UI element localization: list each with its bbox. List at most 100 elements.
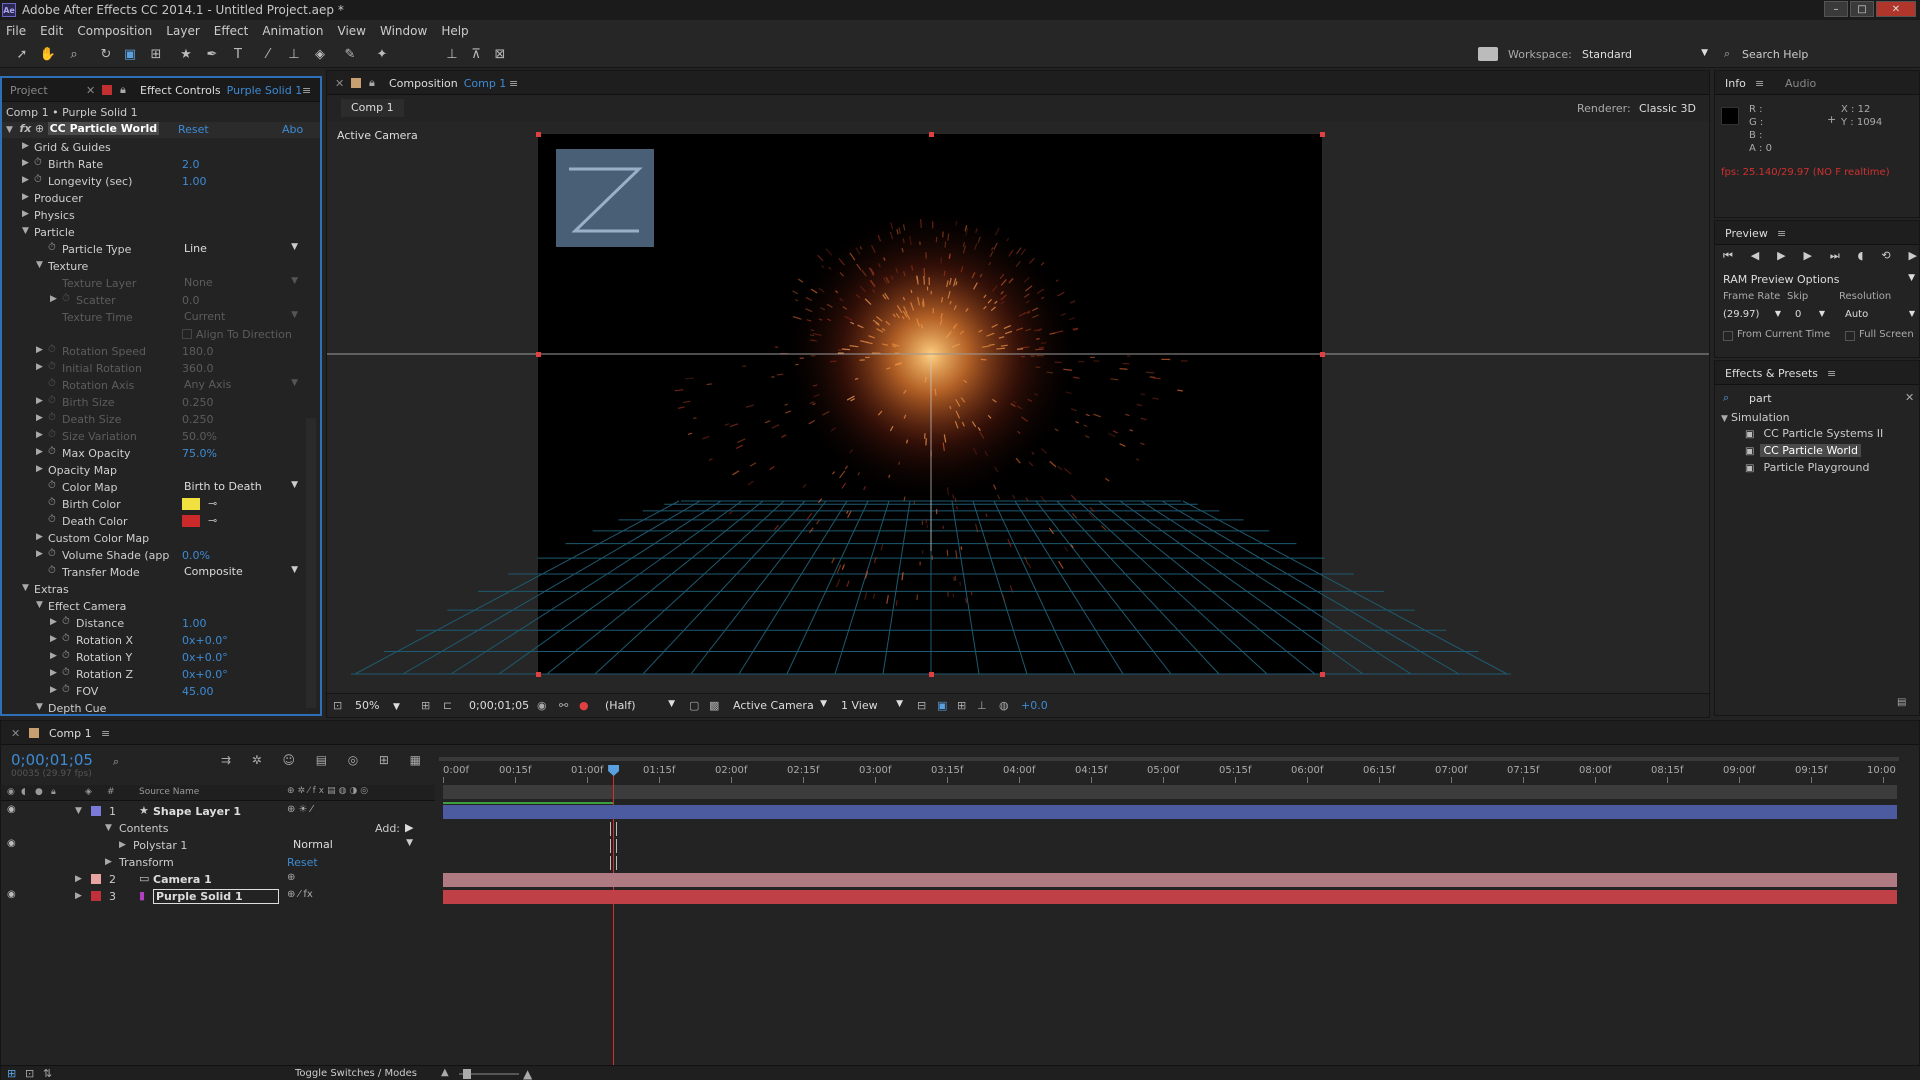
search-icon[interactable]: ⌕	[113, 755, 119, 769]
solo-switch-icon[interactable]: ●	[35, 787, 43, 797]
stopwatch-icon[interactable]: ⏱	[48, 344, 60, 355]
last-frame-icon[interactable]: ⏭	[1830, 249, 1840, 263]
tab-preview[interactable]: Preview	[1725, 221, 1768, 245]
panel-menu-icon[interactable]: ≡	[1755, 71, 1764, 95]
effect-property-row[interactable]: ▶ ⏱ Rotation Y 0x+0.0°	[2, 649, 320, 666]
effect-property-row[interactable]: ▼ Depth Cue	[2, 700, 320, 717]
visibility-eye-icon[interactable]: ◉	[7, 804, 16, 815]
expand-triangle-icon[interactable]: ▶	[105, 857, 115, 867]
stopwatch-icon[interactable]: ⏱	[48, 565, 60, 576]
expand-layer-switches-icon[interactable]: ⊞	[7, 1067, 16, 1080]
expand-triangle-icon[interactable]: ▶	[50, 634, 60, 644]
flowchart-icon[interactable]: ⊥	[977, 699, 987, 712]
effect-property-row[interactable]: ▶ Custom Color Map	[2, 530, 320, 547]
effect-property-row[interactable]: ▶ Producer	[2, 190, 320, 207]
effect-property-row[interactable]: ⏱ Color Map Birth to Death ▼	[2, 479, 320, 496]
stopwatch-icon[interactable]: ⏱	[62, 616, 74, 627]
always-preview-icon[interactable]: ⊡	[333, 699, 342, 712]
property-value[interactable]: 0x+0.0°	[182, 651, 228, 664]
expand-in-out-icon[interactable]: ⇅	[43, 1067, 52, 1080]
expand-triangle-icon[interactable]: ▶	[75, 891, 85, 901]
color-channel-icon[interactable]: ●	[579, 699, 589, 712]
panel-menu-icon[interactable]: ≡	[509, 71, 518, 95]
effect-property-row[interactable]: Texture Layer None ▼	[2, 275, 320, 292]
category-simulation[interactable]: ▼ Simulation	[1721, 411, 1790, 424]
next-frame-icon[interactable]: ▶	[1804, 249, 1812, 263]
visibility-eye-icon[interactable]: ◉	[7, 889, 16, 900]
effect-property-row[interactable]: ▶ ⏱ Initial Rotation 360.0	[2, 360, 320, 377]
mute-icon[interactable]: ◖	[1858, 249, 1864, 263]
exposure-value[interactable]: +0.0	[1021, 699, 1048, 712]
zoom-tool-icon[interactable]: ⌕	[64, 46, 84, 64]
play-icon[interactable]: ▶	[1777, 249, 1785, 263]
layer-row[interactable]: ◉ ▶ 3 ▮ Purple Solid 1 ⊕ ⁄ fx	[1, 888, 435, 905]
effect-controls-target[interactable]: Purple Solid 1	[227, 84, 303, 97]
expand-triangle-icon[interactable]: ▶	[50, 294, 60, 304]
type-tool-icon[interactable]: T	[228, 46, 248, 64]
view-layout-select[interactable]: 1 View ▼	[841, 699, 903, 712]
tab-info[interactable]: Info	[1725, 71, 1746, 95]
layer-name[interactable]: Purple Solid 1	[153, 889, 279, 904]
menu-window[interactable]: Window	[380, 24, 427, 38]
fx-icon[interactable]: fx	[20, 122, 32, 135]
reset-exposure-icon[interactable]: ◍	[999, 699, 1009, 712]
effect-property-row[interactable]: ▶ ⏱ Longevity (sec) 1.00	[2, 173, 320, 190]
transparency-grid-icon[interactable]: ▩	[709, 699, 719, 712]
lock-icon[interactable]: 🔒︎	[120, 78, 126, 102]
comp-mini-flowchart-icon[interactable]: ⇉	[221, 753, 231, 767]
selection-tool-icon[interactable]: ➚	[12, 46, 32, 64]
effect-property-row[interactable]: ⏱ Rotation Axis Any Axis ▼	[2, 377, 320, 394]
layer-switches-icons[interactable]: ⊕✲⁄fx▤◍◑◎	[287, 786, 371, 796]
stopwatch-icon[interactable]: ⏱	[62, 293, 74, 304]
effect-property-row[interactable]: ⏱ Transfer Mode Composite ▼	[2, 564, 320, 581]
shy-layers-icon[interactable]: ☺	[283, 753, 296, 767]
brush-tool-icon[interactable]: ⁄	[258, 46, 278, 64]
star-tool-icon[interactable]: ★	[176, 46, 196, 64]
property-value[interactable]: 0.250	[182, 413, 214, 426]
collapse-triangle-icon[interactable]: ▼	[36, 702, 46, 712]
property-value[interactable]: 0x+0.0°	[182, 668, 228, 681]
layer-property-row[interactable]: ▶ Polystar 1 ◉ Normal ▼	[1, 837, 435, 854]
loop-icon[interactable]: ⟲	[1881, 249, 1890, 263]
tab-composition[interactable]: Composition	[389, 77, 458, 90]
lock-switch-icon[interactable]: 🔒︎	[51, 787, 56, 797]
menu-layer[interactable]: Layer	[166, 24, 199, 38]
expand-triangle-icon[interactable]: ▶	[22, 141, 32, 151]
effect-property-row[interactable]: ▶ ⏱ FOV 45.00	[2, 683, 320, 700]
effect-property-row[interactable]: ▼ Extras	[2, 581, 320, 598]
frame-rate-select[interactable]: (29.97) ▼	[1723, 309, 1781, 320]
layer-switches[interactable]: ⊕ ☀ ⁄	[287, 804, 312, 815]
label-color-swatch[interactable]	[91, 874, 101, 884]
property-value[interactable]: 0.0%	[182, 549, 210, 562]
label-color-swatch[interactable]	[91, 806, 101, 816]
effect-property-row[interactable]: ▶ ⏱ Scatter 0.0	[2, 292, 320, 309]
layer-name[interactable]: Camera 1	[153, 873, 212, 886]
layer-row[interactable]: ▶ 2 ▭ Camera 1 ⊕	[1, 871, 435, 888]
expand-triangle-icon[interactable]: ▶	[36, 447, 46, 457]
expand-triangle-icon[interactable]: ▶	[75, 874, 85, 884]
effect-property-row[interactable]: ▶ ⏱ Birth Rate 2.0	[2, 156, 320, 173]
pan-behind-tool-icon[interactable]: ⊞	[146, 46, 166, 64]
ram-preview-options-select[interactable]: RAM Preview Options ▼	[1723, 273, 1915, 286]
graph-editor-icon[interactable]: ⊞	[379, 753, 389, 767]
layer-row[interactable]: ◉ ▼ 1 ★ Shape Layer 1 ⊕ ☀ ⁄	[1, 803, 435, 820]
menu-file[interactable]: File	[6, 24, 26, 38]
color-swatch[interactable]	[182, 515, 200, 527]
stopwatch-icon[interactable]: ⏱	[48, 242, 60, 253]
effect-property-row[interactable]: ▼ Particle	[2, 224, 320, 241]
toggle-pixel-aspect-icon[interactable]: ⊟	[917, 699, 926, 712]
layer-property-row[interactable]: ▶ Transform Reset	[1, 854, 435, 871]
close-icon[interactable]: ✕	[11, 721, 20, 745]
close-button[interactable]: ✕	[1876, 1, 1916, 17]
hand-tool-icon[interactable]: ✋	[38, 46, 58, 64]
collapse-triangle-icon[interactable]: ▼	[36, 600, 46, 610]
frame-blending-icon[interactable]: ▤	[316, 753, 327, 767]
panel-menu-icon[interactable]: ≡	[101, 721, 110, 745]
stopwatch-icon[interactable]: ⏱	[48, 446, 60, 457]
eraser-tool-icon[interactable]: ◈	[310, 46, 330, 64]
effect-property-row[interactable]: ▶ Opacity Map	[2, 462, 320, 479]
rotate-tool-icon[interactable]: ↻	[96, 46, 116, 64]
clone-stamp-tool-icon[interactable]: ⊥	[284, 46, 304, 64]
expand-triangle-icon[interactable]: ▶	[36, 362, 46, 372]
property-dropdown[interactable]: Current ▼	[184, 310, 298, 325]
